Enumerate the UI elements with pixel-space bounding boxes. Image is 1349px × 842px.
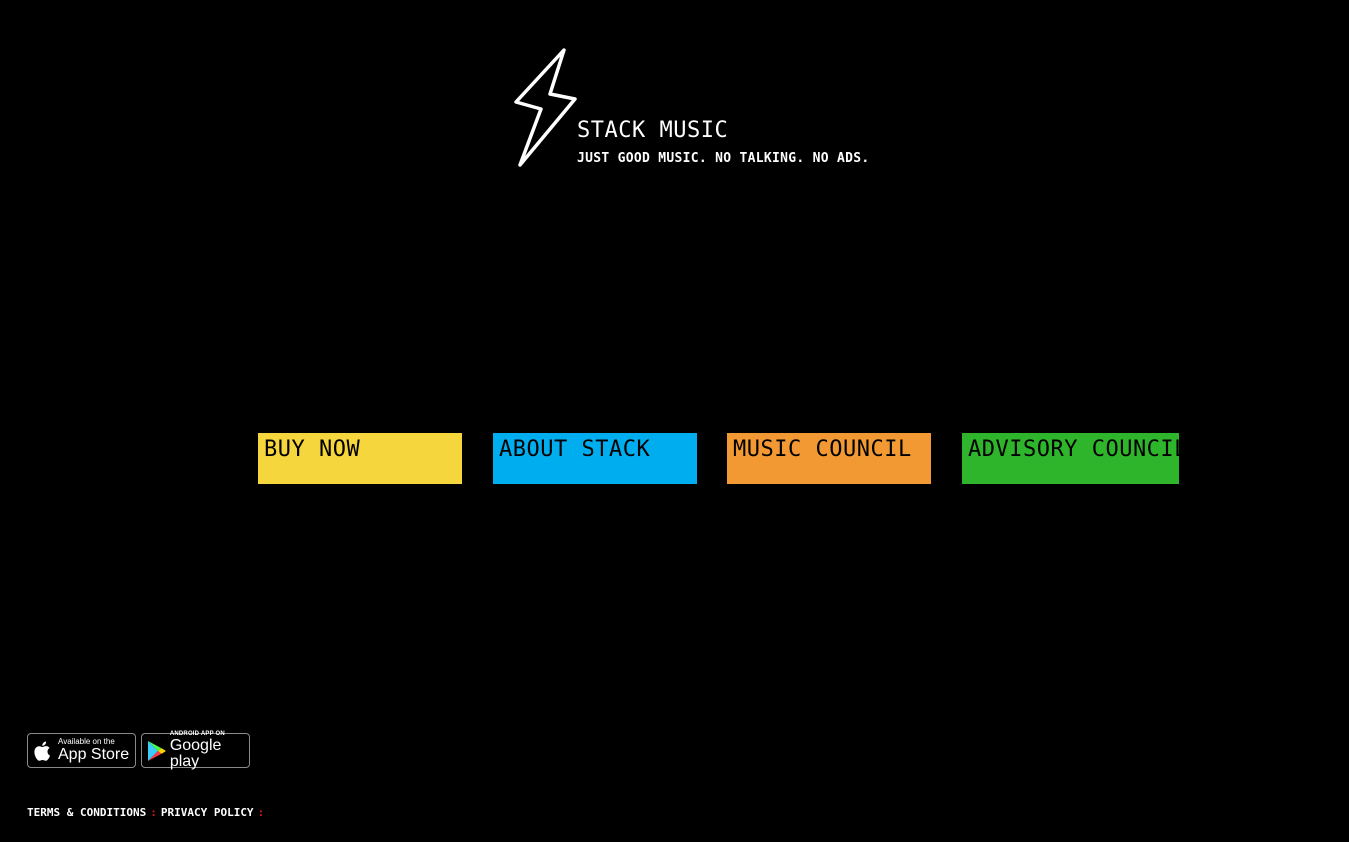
app-store-badge[interactable]: Available on the App Store <box>27 733 136 768</box>
footer-separator-end: : <box>257 806 265 819</box>
privacy-link[interactable]: PRIVACY POLICY <box>161 806 254 819</box>
about-stack-button[interactable]: ABOUT STACK <box>493 433 697 484</box>
apple-icon <box>28 734 58 767</box>
app-store-big-text: App Store <box>58 746 130 763</box>
brand-tagline: JUST GOOD MUSIC. NO TALKING. NO ADS. <box>577 151 870 166</box>
page: STACK MUSIC JUST GOOD MUSIC. NO TALKING.… <box>0 0 1349 842</box>
lightning-bolt-icon[interactable] <box>513 47 583 169</box>
terms-link[interactable]: TERMS & CONDITIONS <box>27 806 146 819</box>
music-council-button[interactable]: MUSIC COUNCIL <box>727 433 931 484</box>
google-play-badge[interactable]: ANDROID APP ON Google play <box>141 731 250 770</box>
google-play-icon <box>142 734 170 767</box>
buy-now-button[interactable]: BUY NOW <box>258 433 462 484</box>
app-store-small-text: Available on the <box>58 737 115 746</box>
footer: TERMS & CONDITIONS : PRIVACY POLICY : <box>27 806 268 819</box>
footer-separator: : <box>150 806 157 819</box>
advisory-council-button[interactable]: ADVISORY COUNCIL <box>962 433 1179 484</box>
google-play-big-text: Google play <box>169 737 222 770</box>
brand-title[interactable]: STACK MUSIC <box>577 118 728 143</box>
